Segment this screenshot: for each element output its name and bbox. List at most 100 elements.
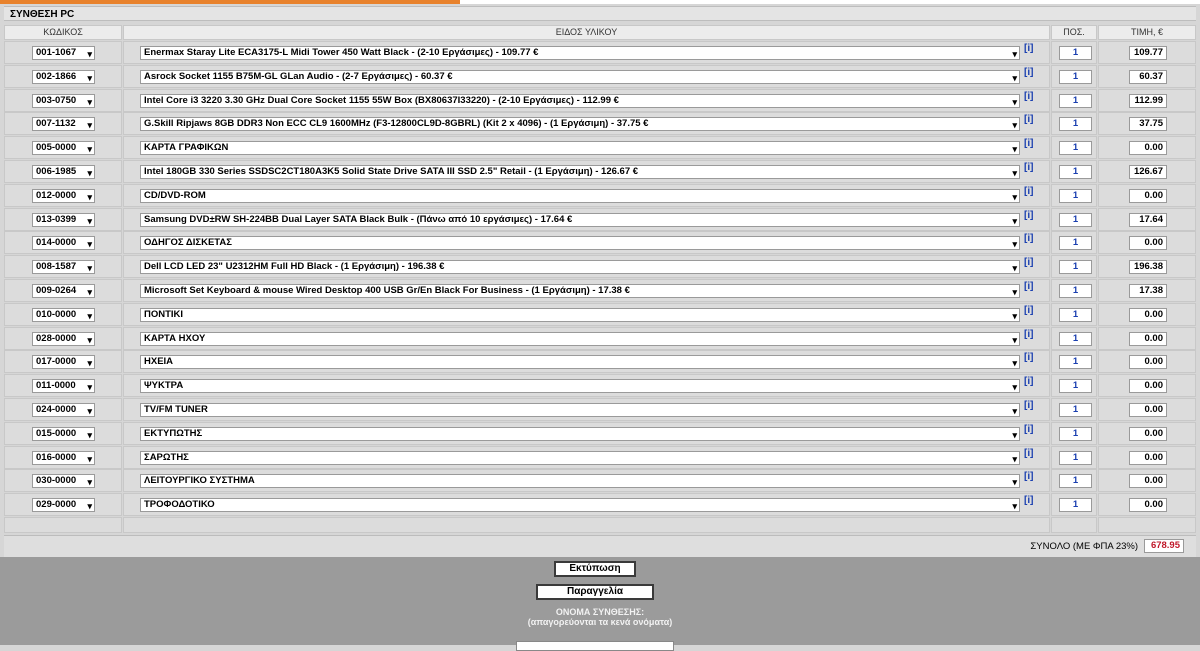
quantity-input[interactable]: 1 — [1059, 69, 1092, 84]
quantity-input[interactable]: 1 — [1059, 46, 1092, 60]
info-icon[interactable]: [i] — [1024, 329, 1035, 341]
component-select[interactable]: Samsung DVD±RW SH-224BB Dual Layer SATA … — [140, 212, 1020, 227]
code-value: 015-0000 — [36, 427, 77, 439]
quantity-input[interactable]: 1 — [1059, 474, 1092, 489]
component-value: Asrock Socket 1155 B75M-GL GLan Audio - … — [144, 70, 453, 82]
component-select[interactable]: ΟΔΗΓΟΣ ΔΙΣΚΕΤΑΣ ▾ — [140, 236, 1020, 251]
build-name-section: ΟΝΟΜΑ ΣΥΝΘΕΣΗΣ: (απαγορεύονται τα κενά ο… — [0, 607, 1200, 627]
component-select[interactable]: ΣΑΡΩΤΗΣ ▾ — [140, 450, 1020, 465]
code-select[interactable]: 030-0000 ▾ — [32, 474, 95, 489]
component-select[interactable]: ΤΡΟΦΟΔΟΤΙΚΟ ▾ — [140, 498, 1020, 513]
code-select[interactable]: 029-0000 ▾ — [32, 498, 95, 513]
component-select[interactable]: ΚΑΡΤΑ ΓΡΑΦΙΚΩΝ ▾ — [140, 141, 1020, 156]
info-icon[interactable]: [i] — [1024, 43, 1035, 55]
quantity-input[interactable]: 1 — [1059, 379, 1092, 394]
info-icon[interactable]: [i] — [1024, 471, 1035, 483]
code-select[interactable]: 001-1067 ▾ — [32, 46, 95, 60]
code-select[interactable]: 011-0000 ▾ — [32, 379, 95, 394]
code-select[interactable]: 002-1866 ▾ — [32, 69, 95, 84]
code-value: 009-0264 — [36, 285, 77, 296]
info-icon[interactable]: [i] — [1024, 495, 1035, 507]
component-select[interactable]: Microsoft Set Keyboard & mouse Wired Des… — [140, 284, 1020, 298]
component-value: G.Skill Ripjaws 8GB DDR3 Non ECC CL9 160… — [144, 118, 649, 130]
component-select[interactable]: Asrock Socket 1155 B75M-GL GLan Audio - … — [140, 69, 1020, 84]
code-select[interactable]: 003-0750 ▾ — [32, 93, 95, 108]
info-icon[interactable]: [i] — [1024, 162, 1035, 174]
code-select[interactable]: 015-0000 ▾ — [32, 426, 95, 441]
quantity-input[interactable]: 1 — [1059, 403, 1092, 417]
qty-cell: 1 — [1051, 493, 1097, 517]
description-cell: ΟΔΗΓΟΣ ΔΙΣΚΕΤΑΣ ▾ [i] — [123, 231, 1050, 255]
code-select[interactable]: 014-0000 ▾ — [32, 236, 95, 251]
code-select[interactable]: 012-0000 ▾ — [32, 188, 95, 203]
quantity-input[interactable]: 1 — [1059, 498, 1092, 513]
component-select[interactable]: ΠΟΝΤΙΚΙ ▾ — [140, 307, 1020, 322]
component-value: Intel 180GB 330 Series SSDSC2CT180A3K5 S… — [144, 166, 639, 177]
code-select[interactable]: 006-1985 ▾ — [32, 165, 95, 179]
price-value: 109.77 — [1129, 46, 1167, 60]
chevron-down-icon: ▾ — [87, 287, 92, 297]
code-select[interactable]: 009-0264 ▾ — [32, 284, 95, 298]
component-value: CD/DVD-ROM — [144, 189, 206, 201]
component-select[interactable]: ΚΑΡΤΑ ΗΧΟΥ ▾ — [140, 331, 1020, 346]
quantity-input[interactable]: 1 — [1059, 212, 1092, 227]
info-icon[interactable]: [i] — [1024, 376, 1035, 388]
code-select[interactable]: 028-0000 ▾ — [32, 331, 95, 346]
component-select[interactable]: Intel 180GB 330 Series SSDSC2CT180A3K5 S… — [140, 165, 1020, 179]
component-select[interactable]: ΛΕΙΤΟΥΡΓΙΚΟ ΣΥΣΤΗΜΑ ▾ — [140, 474, 1020, 489]
active-tab-indicator[interactable] — [0, 0, 460, 4]
quantity-input[interactable]: 1 — [1059, 260, 1092, 275]
component-select[interactable]: CD/DVD-ROM ▾ — [140, 188, 1020, 203]
component-select[interactable]: G.Skill Ripjaws 8GB DDR3 Non ECC CL9 160… — [140, 117, 1020, 132]
info-icon[interactable]: [i] — [1024, 352, 1035, 364]
code-cell: 002-1866 ▾ — [4, 64, 122, 88]
info-icon[interactable]: [i] — [1024, 400, 1035, 412]
quantity-input[interactable]: 1 — [1059, 426, 1092, 441]
quantity-input[interactable]: 1 — [1059, 165, 1092, 179]
info-icon[interactable]: [i] — [1024, 305, 1035, 317]
info-icon[interactable]: [i] — [1024, 233, 1035, 245]
component-select[interactable]: Enermax Staray Lite ECA3175-L Midi Tower… — [140, 46, 1020, 60]
component-select[interactable]: TV/FM TUNER ▾ — [140, 403, 1020, 417]
quantity-input[interactable]: 1 — [1059, 331, 1092, 346]
component-select[interactable]: ΕΚΤΥΠΩΤΗΣ ▾ — [140, 426, 1020, 441]
build-name-input[interactable] — [516, 641, 674, 651]
description-cell: ΣΑΡΩΤΗΣ ▾ [i] — [123, 445, 1050, 469]
component-select[interactable]: Dell LCD LED 23" U2312HM Full HD Black -… — [140, 260, 1020, 275]
info-icon[interactable]: [i] — [1024, 138, 1035, 150]
quantity-input[interactable]: 1 — [1059, 188, 1092, 203]
quantity-input[interactable]: 1 — [1059, 93, 1092, 108]
code-select[interactable]: 024-0000 ▾ — [32, 403, 95, 417]
info-icon[interactable]: [i] — [1024, 114, 1035, 126]
price-cell: 0.00 — [1098, 183, 1196, 207]
info-icon[interactable]: [i] — [1024, 91, 1035, 103]
info-icon[interactable]: [i] — [1024, 424, 1035, 436]
quantity-input[interactable]: 1 — [1059, 284, 1092, 298]
code-select[interactable]: 005-0000 ▾ — [32, 141, 95, 156]
quantity-input[interactable]: 1 — [1059, 355, 1092, 370]
code-select[interactable]: 010-0000 ▾ — [32, 307, 95, 322]
component-select[interactable]: ΨΥΚΤΡΑ ▾ — [140, 379, 1020, 394]
info-icon[interactable]: [i] — [1024, 186, 1035, 198]
info-icon[interactable]: [i] — [1024, 281, 1035, 293]
code-cell: 016-0000 ▾ — [4, 445, 122, 469]
quantity-input[interactable]: 1 — [1059, 141, 1092, 156]
quantity-input[interactable]: 1 — [1059, 236, 1092, 251]
code-select[interactable]: 008-1587 ▾ — [32, 260, 95, 275]
info-icon[interactable]: [i] — [1024, 210, 1035, 222]
code-select[interactable]: 016-0000 ▾ — [32, 450, 95, 465]
quantity-input[interactable]: 1 — [1059, 117, 1092, 132]
info-icon[interactable]: [i] — [1024, 67, 1035, 79]
code-select[interactable]: 007-1132 ▾ — [32, 117, 95, 132]
print-button[interactable]: Εκτύπωση — [554, 561, 636, 577]
description-cell: ΤΡΟΦΟΔΟΤΙΚΟ ▾ [i] — [123, 493, 1050, 517]
order-button[interactable]: Παραγγελία — [536, 584, 654, 600]
component-select[interactable]: ΗΧΕΙΑ ▾ — [140, 355, 1020, 370]
code-select[interactable]: 013-0399 ▾ — [32, 212, 95, 227]
info-icon[interactable]: [i] — [1024, 448, 1035, 460]
quantity-input[interactable]: 1 — [1059, 307, 1092, 322]
info-icon[interactable]: [i] — [1024, 257, 1035, 269]
component-select[interactable]: Intel Core i3 3220 3.30 GHz Dual Core So… — [140, 93, 1020, 108]
code-select[interactable]: 017-0000 ▾ — [32, 355, 95, 370]
quantity-input[interactable]: 1 — [1059, 450, 1092, 465]
